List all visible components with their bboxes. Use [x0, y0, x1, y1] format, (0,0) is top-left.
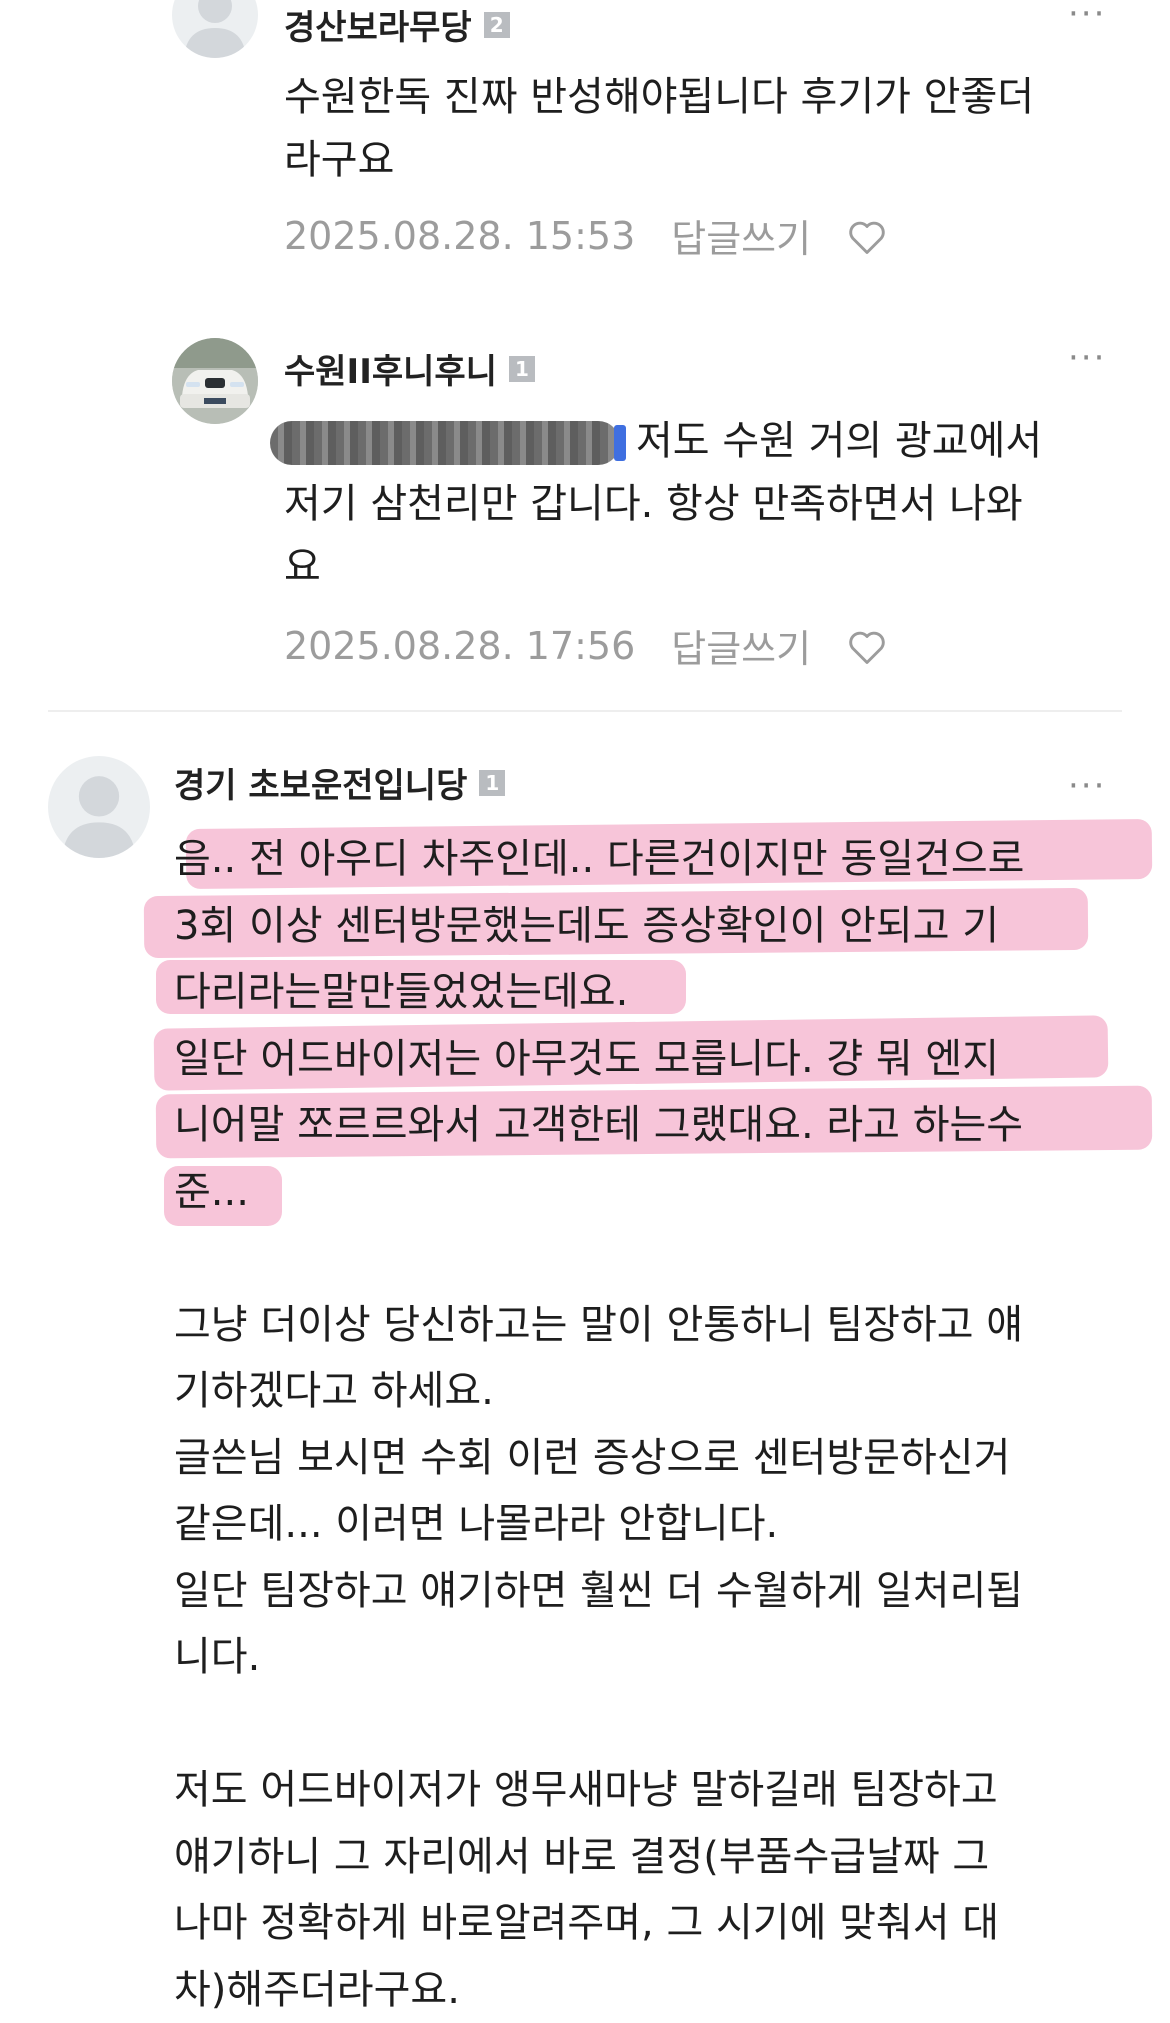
- comment-line: 다리라는말만들었었는데요.: [174, 959, 1024, 1026]
- comment-line: 라구요: [284, 129, 1034, 192]
- comment-line: 저도 어드바이저가 앵무새마냥 말하길래 팀장하고: [174, 1757, 1024, 1824]
- default-avatar-icon: [48, 756, 150, 858]
- comment-author[interactable]: 경기 초보운전입니당 1: [174, 758, 505, 807]
- avatar[interactable]: [172, 0, 258, 58]
- car-avatar-icon: [172, 338, 258, 424]
- comment-divider: [48, 710, 1122, 712]
- comment-body: 음.. 전 아우디 차주인데.. 다른건이지만 동일건으로 3회 이상 센터방문…: [174, 826, 1024, 2023]
- heart-icon[interactable]: [845, 624, 889, 668]
- default-avatar-icon: [172, 0, 258, 58]
- reply-button[interactable]: 답글쓰기: [671, 208, 811, 263]
- comment-line: 일단 팀장하고 얘기하면 훨씬 더 수월하게 일처리됩: [174, 1558, 1024, 1625]
- level-badge: 1: [509, 356, 535, 382]
- comment-line: 차)해주더라구요.: [174, 1957, 1024, 2023]
- mention-tag[interactable]: [270, 421, 620, 465]
- comment-line: 저기 삼천리만 갑니다. 항상 만족하면서 나와: [270, 473, 1042, 536]
- reply-button[interactable]: 답글쓰기: [671, 618, 811, 673]
- comment-meta: 2025.08.28. 15:53 답글쓰기: [284, 208, 889, 263]
- avatar[interactable]: [48, 756, 150, 858]
- comment-line: 기하겠다고 하세요.: [174, 1358, 1024, 1425]
- more-options-icon[interactable]: ···: [1068, 0, 1106, 34]
- comment-line: 음.. 전 아우디 차주인데.. 다른건이지만 동일건으로: [174, 826, 1024, 893]
- more-options-icon[interactable]: ···: [1068, 338, 1106, 378]
- more-options-icon[interactable]: ···: [1068, 766, 1106, 806]
- comment-author[interactable]: 경산보라무당 2: [284, 0, 510, 49]
- comment-line: 준...: [174, 1159, 1024, 1226]
- comment-line: 니다.: [174, 1624, 1024, 1691]
- comment-body: 수원한독 진짜 반성해야됩니다 후기가 안좋더 라구요: [284, 66, 1034, 192]
- level-badge: 1: [479, 770, 505, 796]
- comment-line: 3회 이상 센터방문했는데도 증상확인이 안되고 기: [174, 893, 1024, 960]
- comment-line: 같은데... 이러면 나몰라라 안합니다.: [174, 1491, 1024, 1558]
- comment-line: 수원한독 진짜 반성해야됩니다 후기가 안좋더: [284, 66, 1034, 129]
- comment-body: 저도 수원 거의 광교에서 저기 삼천리만 갑니다. 항상 만족하면서 나와 요: [270, 410, 1042, 599]
- comment-author[interactable]: 수원II후니후니 1: [284, 344, 535, 393]
- heart-icon[interactable]: [845, 214, 889, 258]
- comment-line: 니어말 쪼르르와서 고객한테 그랬대요. 라고 하는수: [174, 1092, 1024, 1159]
- blank-line: [174, 1225, 1024, 1292]
- comment-line: 그냥 더이상 당신하고는 말이 안통하니 팀장하고 얘: [174, 1292, 1024, 1359]
- comment-datetime: 2025.08.28. 15:53: [284, 214, 635, 258]
- comment-datetime: 2025.08.28. 17:56: [284, 624, 635, 668]
- comment-line: 얘기하니 그 자리에서 바로 결정(부품수급날짜 그: [174, 1824, 1024, 1891]
- comment-line: 글쓴님 보시면 수회 이런 증상으로 센터방문하신거: [174, 1425, 1024, 1492]
- nickname: 경산보라무당: [284, 0, 472, 49]
- comment-meta: 2025.08.28. 17:56 답글쓰기: [284, 618, 889, 673]
- nickname: 경기 초보운전입니당: [174, 758, 467, 807]
- comment-line: 나마 정확하게 바로알려주며, 그 시기에 맞춰서 대: [174, 1890, 1024, 1957]
- comment-line: 요: [270, 536, 1042, 599]
- blank-line: [174, 1691, 1024, 1758]
- level-badge: 2: [484, 12, 510, 38]
- comment-line: 일단 어드바이저는 아무것도 모릅니다. 걍 뭐 엔지: [174, 1026, 1024, 1093]
- comment-line: 저도 수원 거의 광교에서: [270, 410, 1042, 473]
- avatar[interactable]: [172, 338, 258, 424]
- nickname: 수원II후니후니: [284, 344, 497, 393]
